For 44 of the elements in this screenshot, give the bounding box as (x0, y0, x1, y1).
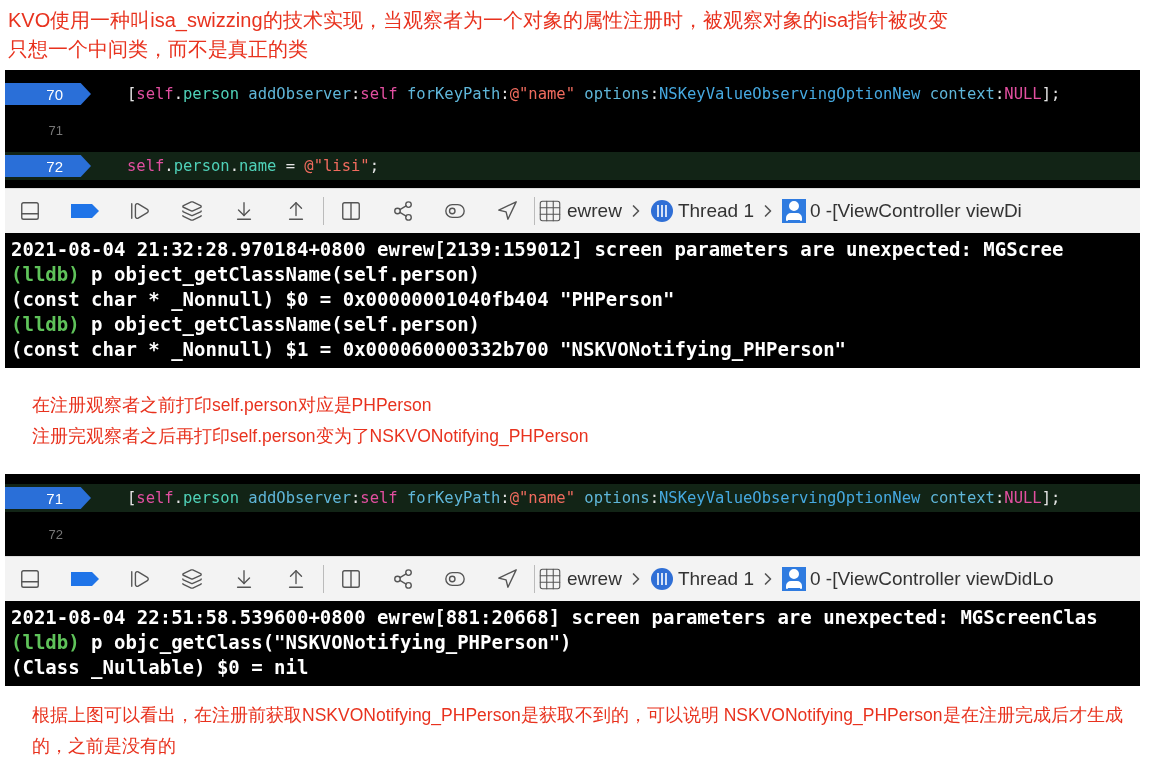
location-icon[interactable] (496, 200, 518, 222)
lldb-prompt: (lldb) (11, 312, 80, 337)
location-icon[interactable] (496, 568, 518, 590)
console-command: p objc_getClass("NSKVONotifying_PHPerson") (90, 630, 572, 655)
console-output: (const char * _Nonnull) $0 = 0x00000001040fb404 "PHPerson" (11, 287, 675, 312)
line-number[interactable]: 71 (5, 119, 65, 141)
breakpoint-icon[interactable] (71, 204, 99, 218)
code-line: [self.person addObserver:self forKeyPath:@"name" options:NSKeyValueObservingOptionNew context:NULL]; (127, 85, 1061, 103)
app-name[interactable]: ewrew (567, 200, 622, 222)
breakpoint-icon[interactable] (71, 572, 99, 586)
console-output: (const char * _Nonnull) $1 = 0x000060000332b700 "NSKVONotifying_PHPerson" (11, 337, 847, 362)
panel-icon[interactable] (19, 200, 41, 222)
lldb-prompt: (lldb) (11, 630, 80, 655)
annotation-text: 在注册观察者之前打印self.person对应是PHPerson (31, 394, 433, 417)
stack-frame[interactable]: 0 -[ViewController viewDi (809, 200, 1022, 222)
continue-icon[interactable] (129, 200, 151, 222)
thread-icon (649, 199, 674, 223)
breakpoint-marker[interactable]: 71 (5, 487, 91, 509)
thread-icon (649, 567, 674, 591)
continue-icon[interactable] (129, 568, 151, 590)
console-output: 2021-08-04 21:32:28.970184+0800 ewrew[2139:159012] screen parameters are unexpected: MGScree (11, 237, 1064, 262)
code-line: [self.person addObserver:self forKeyPath:@"name" options:NSKeyValueObservingOptionNew context:NULL]; (127, 489, 1061, 507)
annotation-text: 根据上图可以看出，在注册前获取NSKVONotifying_PHPerson是获取不到的，可以说明 NSKVONotifying_PHPerson是在注册完成后才生成的，之前是没有的 (31, 704, 1124, 758)
code-line: self.person.name = @"lisi"; (127, 157, 379, 175)
heading-text: 只想一个中间类，而不是真正的类 (8, 37, 309, 62)
console-output: (Class _Nullable) $0 = nil (11, 655, 309, 680)
console-output: 2021-08-04 22:51:58.539600+0800 ewrew[881:20668] screen parameters are unexpected: MGScreenClas (11, 605, 1098, 630)
panel-icon[interactable] (19, 568, 41, 590)
console-command: p object_getClassName(self.person) (90, 262, 480, 287)
line-number[interactable]: 72 (5, 523, 65, 545)
console-command: p object_getClassName(self.person) (90, 312, 480, 337)
lldb-prompt: (lldb) (11, 262, 80, 287)
heading-text: KVO使用一种叫isa_swizzing的技术实现，当观察者为一个对象的属性注册时，被观察对象的isa指针被改变 (8, 8, 950, 34)
app-icon (537, 566, 563, 592)
breakpoint-marker[interactable]: 70 (5, 83, 91, 105)
app-name[interactable]: ewrew (567, 568, 622, 590)
app-icon (537, 198, 563, 224)
thread-name[interactable]: Thread 1 (677, 568, 754, 590)
user-icon (781, 199, 806, 223)
stack-frame[interactable]: 0 -[ViewController viewDidLo (809, 568, 1054, 590)
breakpoint-marker[interactable]: 72 (5, 155, 91, 177)
thread-name[interactable]: Thread 1 (677, 200, 754, 222)
annotation-text: 注册完观察者之后再打印self.person变为了NSKVONotifying_PHPerson (31, 425, 590, 449)
user-icon (781, 567, 806, 591)
